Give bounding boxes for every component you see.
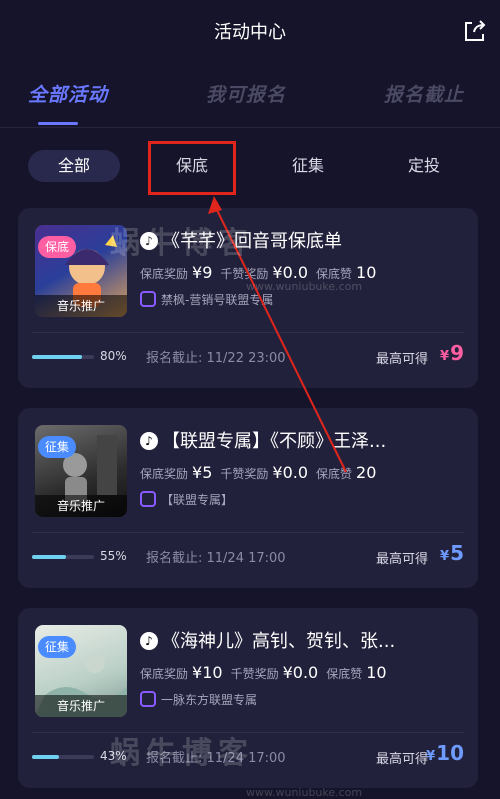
watermark-url: www.wuniubuke.com — [246, 280, 363, 293]
watermark-url: www.wuniubuke.com — [246, 786, 363, 799]
watermark-text: 蜗牛博客 — [110, 226, 254, 261]
annotation-arrow — [208, 196, 347, 473]
watermark-text: 蜗牛博客 — [110, 736, 254, 771]
